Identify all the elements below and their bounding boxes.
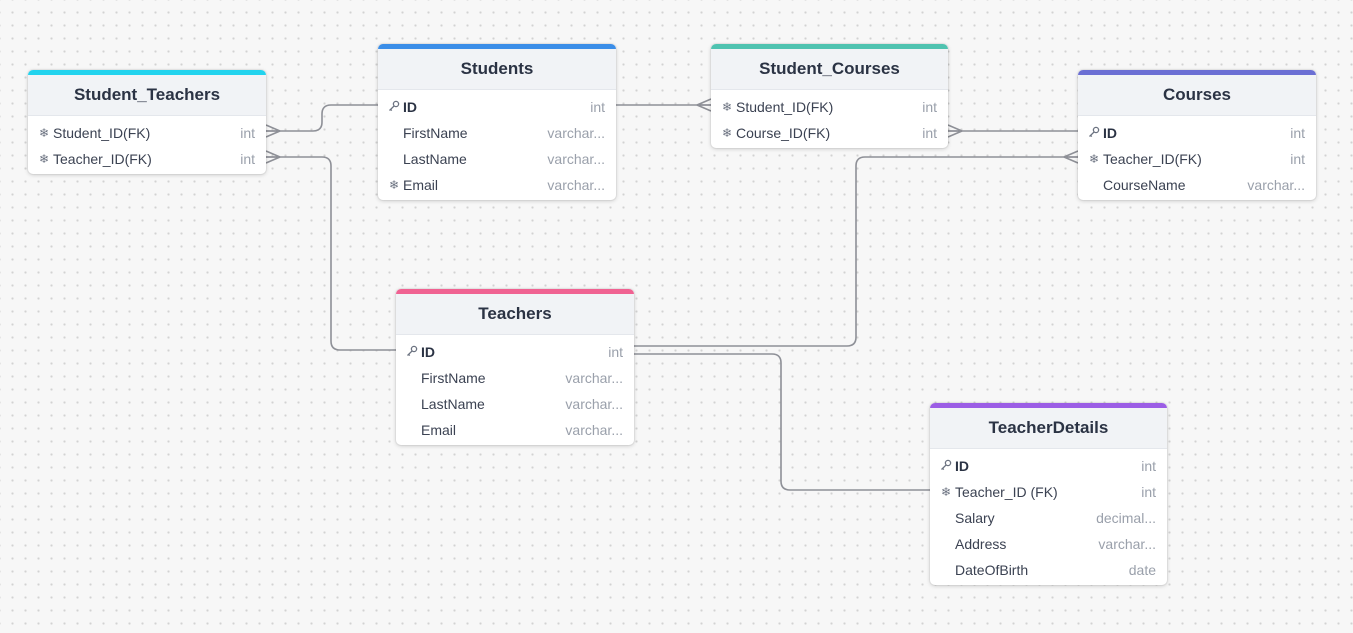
field-type: varchar... [565, 422, 623, 438]
field-name: CourseName [1103, 177, 1186, 193]
field-row-teacher-id-fk[interactable]: ❄ Teacher_ID (FK) int [930, 479, 1167, 505]
relation-student-teachers-students[interactable] [266, 104, 378, 132]
field-name: Salary [955, 510, 995, 526]
table-title[interactable]: Teachers [396, 294, 634, 335]
field-name: Student_ID(FK) [53, 125, 151, 141]
table-student-teachers[interactable]: Student_Teachers ❄ Student_ID(FK) int ❄ Teach… [28, 70, 266, 174]
field-row-lastname[interactable]: LastName varchar... [396, 391, 634, 417]
field-row-firstname[interactable]: FirstName varchar... [378, 120, 616, 146]
field-type: varchar... [547, 125, 605, 141]
table-teachers[interactable]: Teachers ID int FirstName varchar... LastName… [396, 289, 634, 445]
field-row-address[interactable]: Address varchar... [930, 531, 1167, 557]
snowflake-icon: ❄ [940, 485, 952, 499]
field-type: int [240, 151, 255, 167]
snowflake-icon: ❄ [38, 152, 50, 166]
field-type: int [1290, 125, 1305, 141]
field-row-dateofbirth[interactable]: DateOfBirth date [930, 557, 1167, 583]
field-name: DateOfBirth [955, 562, 1029, 578]
snowflake-icon: ❄ [388, 178, 400, 192]
field-name: Teacher_ID (FK) [955, 484, 1058, 500]
field-row-student-id-fk[interactable]: ❄ Student_ID(FK) int [711, 94, 948, 120]
field-name: ID [955, 458, 969, 474]
field-type: int [1141, 458, 1156, 474]
key-icon [405, 345, 419, 360]
relation-student-courses-courses-crowfoot[interactable] [947, 124, 963, 138]
field-row-teacher-id-fk[interactable]: ❄ Teacher_ID(FK) int [1078, 146, 1316, 172]
field-name: Address [955, 536, 1007, 552]
field-row-id[interactable]: ID int [378, 94, 616, 120]
field-row-lastname[interactable]: LastName varchar... [378, 146, 616, 172]
field-type: int [922, 99, 937, 115]
relation-student-teachers-students-crowfoot[interactable] [265, 124, 281, 138]
field-type: varchar... [565, 370, 623, 386]
field-type: date [1128, 562, 1156, 578]
field-row-teacher-id-fk[interactable]: ❄ Teacher_ID(FK) int [28, 146, 266, 172]
diagram-canvas[interactable]: Student_Teachers ❄ Student_ID(FK) int ❄ Teach… [0, 0, 1353, 633]
relation-student-teachers-teachers[interactable] [266, 156, 396, 351]
field-type: varchar... [1247, 177, 1305, 193]
table-title[interactable]: Student_Courses [711, 49, 948, 90]
field-name: ID [421, 344, 435, 360]
key-icon [1087, 126, 1101, 141]
field-row-coursename[interactable]: CourseName varchar... [1078, 172, 1316, 198]
field-type: int [240, 125, 255, 141]
field-type: int [1290, 151, 1305, 167]
snowflake-icon: ❄ [38, 126, 50, 140]
table-teacherdetails[interactable]: TeacherDetails ID int ❄ Teacher_ID (FK) int Sa… [930, 403, 1167, 585]
field-name: FirstName [403, 125, 468, 141]
table-student-courses[interactable]: Student_Courses ❄ Student_ID(FK) int ❄ Course… [711, 44, 948, 148]
relation-teachers-courses[interactable] [634, 156, 1078, 347]
field-name: LastName [421, 396, 485, 412]
relation-students-student-courses-crowfoot[interactable] [696, 98, 712, 112]
field-name: Course_ID(FK) [736, 125, 831, 141]
field-row-id[interactable]: ID int [1078, 120, 1316, 146]
snowflake-icon: ❄ [721, 126, 733, 140]
field-row-id[interactable]: ID int [396, 339, 634, 365]
field-name: Email [403, 177, 439, 193]
field-name: ID [1103, 125, 1117, 141]
table-title[interactable]: Courses [1078, 75, 1316, 116]
field-name: FirstName [421, 370, 486, 386]
field-name: Student_ID(FK) [736, 99, 834, 115]
field-type: varchar... [547, 177, 605, 193]
field-row-salary[interactable]: Salary decimal... [930, 505, 1167, 531]
field-type: varchar... [1098, 536, 1156, 552]
snowflake-icon: ❄ [1088, 152, 1100, 166]
field-row-firstname[interactable]: FirstName varchar... [396, 365, 634, 391]
field-name: LastName [403, 151, 467, 167]
field-type: varchar... [565, 396, 623, 412]
field-type: varchar... [547, 151, 605, 167]
field-row-course-id-fk[interactable]: ❄ Course_ID(FK) int [711, 120, 948, 146]
key-icon [387, 100, 401, 115]
relation-teachers-teacherdetails[interactable] [634, 353, 930, 491]
key-icon [939, 459, 953, 474]
field-name: Teacher_ID(FK) [1103, 151, 1202, 167]
field-row-email[interactable]: Email varchar... [396, 417, 634, 443]
table-title[interactable]: Student_Teachers [28, 75, 266, 116]
field-type: int [1141, 484, 1156, 500]
relation-student-teachers-teachers-crowfoot[interactable] [265, 150, 281, 164]
field-type: int [608, 344, 623, 360]
table-title[interactable]: Students [378, 49, 616, 90]
table-title[interactable]: TeacherDetails [930, 408, 1167, 449]
field-name: Teacher_ID(FK) [53, 151, 152, 167]
table-students[interactable]: Students ID int FirstName varchar... LastName… [378, 44, 616, 200]
relation-teachers-courses-crowfoot[interactable] [1063, 150, 1079, 164]
field-row-student-id-fk[interactable]: ❄ Student_ID(FK) int [28, 120, 266, 146]
field-row-email[interactable]: ❄ Email varchar... [378, 172, 616, 198]
table-courses[interactable]: Courses ID int ❄ Teacher_ID(FK) int CourseName… [1078, 70, 1316, 200]
field-type: int [922, 125, 937, 141]
snowflake-icon: ❄ [721, 100, 733, 114]
field-row-id[interactable]: ID int [930, 453, 1167, 479]
field-name: ID [403, 99, 417, 115]
field-type: int [590, 99, 605, 115]
field-type: decimal... [1096, 510, 1156, 526]
field-name: Email [421, 422, 457, 438]
